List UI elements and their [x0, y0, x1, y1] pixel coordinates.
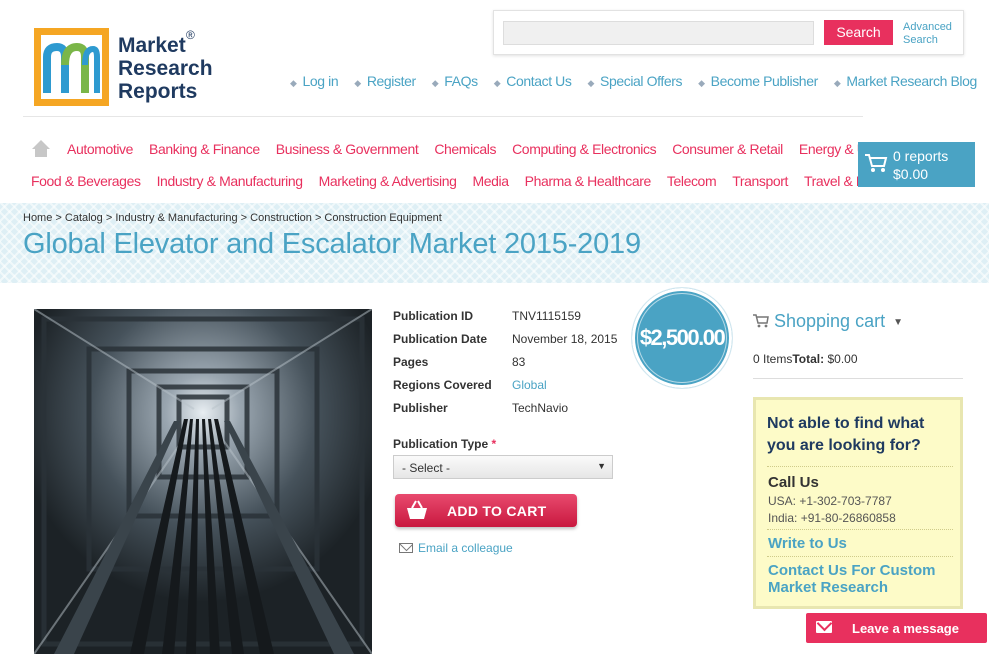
dropdown-arrow-icon: ▼ [597, 461, 606, 471]
category-industry-manufacturing[interactable]: Industry & Manufacturing [157, 173, 303, 189]
blog-link[interactable]: ◆ Market Research Blog [834, 73, 977, 89]
phone-usa: USA: +1-302-703-7787 [768, 494, 892, 508]
divider [23, 116, 863, 117]
faqs-link[interactable]: ◆ FAQs [432, 73, 478, 89]
arrow-icon: ◆ [493, 78, 501, 88]
shopping-cart-header[interactable]: Shopping cart ▼ [753, 311, 903, 332]
category-marketing-advertising[interactable]: Marketing & Advertising [319, 173, 457, 189]
divider [767, 466, 953, 467]
divider [753, 378, 963, 379]
category-nav-row-1: Automotive Banking & Finance Business & … [67, 141, 899, 157]
register-link[interactable]: ◆ Register [354, 73, 416, 89]
email-colleague-link[interactable]: Email a colleague [399, 541, 513, 555]
arrow-icon: ◆ [290, 78, 297, 88]
category-nav-row-2: Food & Beverages Industry & Manufacturin… [31, 173, 899, 189]
arrow-icon: ◆ [354, 78, 361, 88]
arrow-icon: ◆ [587, 78, 595, 88]
logo-text: Market Research Reports [118, 34, 213, 103]
cart-count: 0 reports [893, 148, 949, 164]
envelope-icon [399, 543, 413, 553]
category-automotive[interactable]: Automotive [67, 141, 133, 157]
cart-summary: 0 ItemsTotal: $0.00 [753, 352, 858, 366]
category-chemicals[interactable]: Chemicals [434, 141, 496, 157]
category-pharma-healthcare[interactable]: Pharma & Healthcare [525, 173, 652, 189]
phone-india: India: +91-80-26860858 [768, 511, 896, 525]
publisher-label: Publisher [393, 401, 448, 415]
product-image [34, 309, 372, 654]
price-badge: $2,500.00 [632, 288, 732, 388]
category-telecom[interactable]: Telecom [667, 173, 717, 189]
login-link[interactable]: ◆ Log in [290, 73, 339, 89]
arrow-icon: ◆ [431, 78, 439, 88]
basket-icon [407, 500, 427, 519]
leave-message-button[interactable]: Leave a message [806, 613, 987, 643]
call-us-heading: Call Us [768, 474, 819, 491]
search-input[interactable] [503, 21, 814, 45]
search-button[interactable]: Search [824, 20, 893, 45]
divider [767, 556, 953, 557]
regions-label: Regions Covered [393, 378, 492, 392]
logo-mark [34, 28, 109, 106]
pub-date: November 18, 2015 [512, 332, 618, 346]
special-offers-link[interactable]: ◆ Special Offers [587, 73, 682, 89]
site-logo[interactable]: Market Research Reports ® [34, 28, 213, 106]
category-media[interactable]: Media [472, 173, 509, 189]
arrow-icon: ◆ [698, 78, 705, 88]
add-to-cart-button[interactable]: ADD TO CART [395, 494, 577, 527]
pub-type-select[interactable]: - Select - ▼ [393, 455, 613, 479]
help-box: Not able to find what you are looking fo… [753, 397, 963, 609]
divider [767, 529, 953, 530]
mail-icon [816, 621, 832, 633]
top-nav: ◆ Log in ◆ Register ◆ FAQs ◆ Contact Us ◆ Spe… [290, 73, 977, 89]
search-bar: Search Advanced Search [493, 10, 964, 55]
contact-us-link[interactable]: ◆ Contact Us [494, 73, 572, 89]
pages-label: Pages [393, 355, 429, 369]
category-food-beverages[interactable]: Food & Beverages [31, 173, 141, 189]
publisher: TechNavio [512, 401, 569, 415]
category-computing-electronics[interactable]: Computing & Electronics [512, 141, 656, 157]
cart-icon [753, 314, 769, 328]
header-cart[interactable]: 0 reports $0.00 [858, 142, 975, 187]
price: $2,500.00 [637, 293, 727, 383]
pub-id-label: Publication ID [393, 309, 474, 323]
category-consumer-retail[interactable]: Consumer & Retail [672, 141, 783, 157]
category-banking-finance[interactable]: Banking & Finance [149, 141, 260, 157]
pages: 83 [512, 355, 526, 369]
page-title: Global Elevator and Escalator Market 201… [23, 228, 641, 260]
breadcrumb[interactable]: Home > Catalog > Industry & Manufacturin… [23, 212, 442, 224]
help-question: Not able to find what you are looking fo… [767, 415, 925, 454]
advanced-search-link[interactable]: Advanced Search [903, 21, 953, 47]
category-business-government[interactable]: Business & Government [276, 141, 419, 157]
become-publisher-link[interactable]: ◆ Become Publisher [698, 73, 818, 89]
pub-id: TNV1115159 [512, 309, 581, 323]
chevron-down-icon: ▼ [893, 317, 903, 328]
arrow-icon: ◆ [833, 78, 841, 88]
home-icon[interactable] [32, 140, 50, 158]
regions-link[interactable]: Global [512, 378, 547, 392]
pub-type-label: Publication Type * [393, 437, 497, 451]
cart-total: $0.00 [893, 166, 929, 182]
logo-m-icon [43, 42, 100, 93]
write-to-us-link[interactable]: Write to Us [768, 535, 847, 552]
title-banner: Home > Catalog > Industry & Manufacturin… [0, 203, 989, 283]
category-transport[interactable]: Transport [732, 173, 788, 189]
registered-mark: ® [186, 28, 195, 42]
cart-icon [865, 154, 888, 172]
custom-research-link[interactable]: Contact Us For Custom Market Research [768, 562, 948, 596]
pub-date-label: Publication Date [393, 332, 488, 346]
